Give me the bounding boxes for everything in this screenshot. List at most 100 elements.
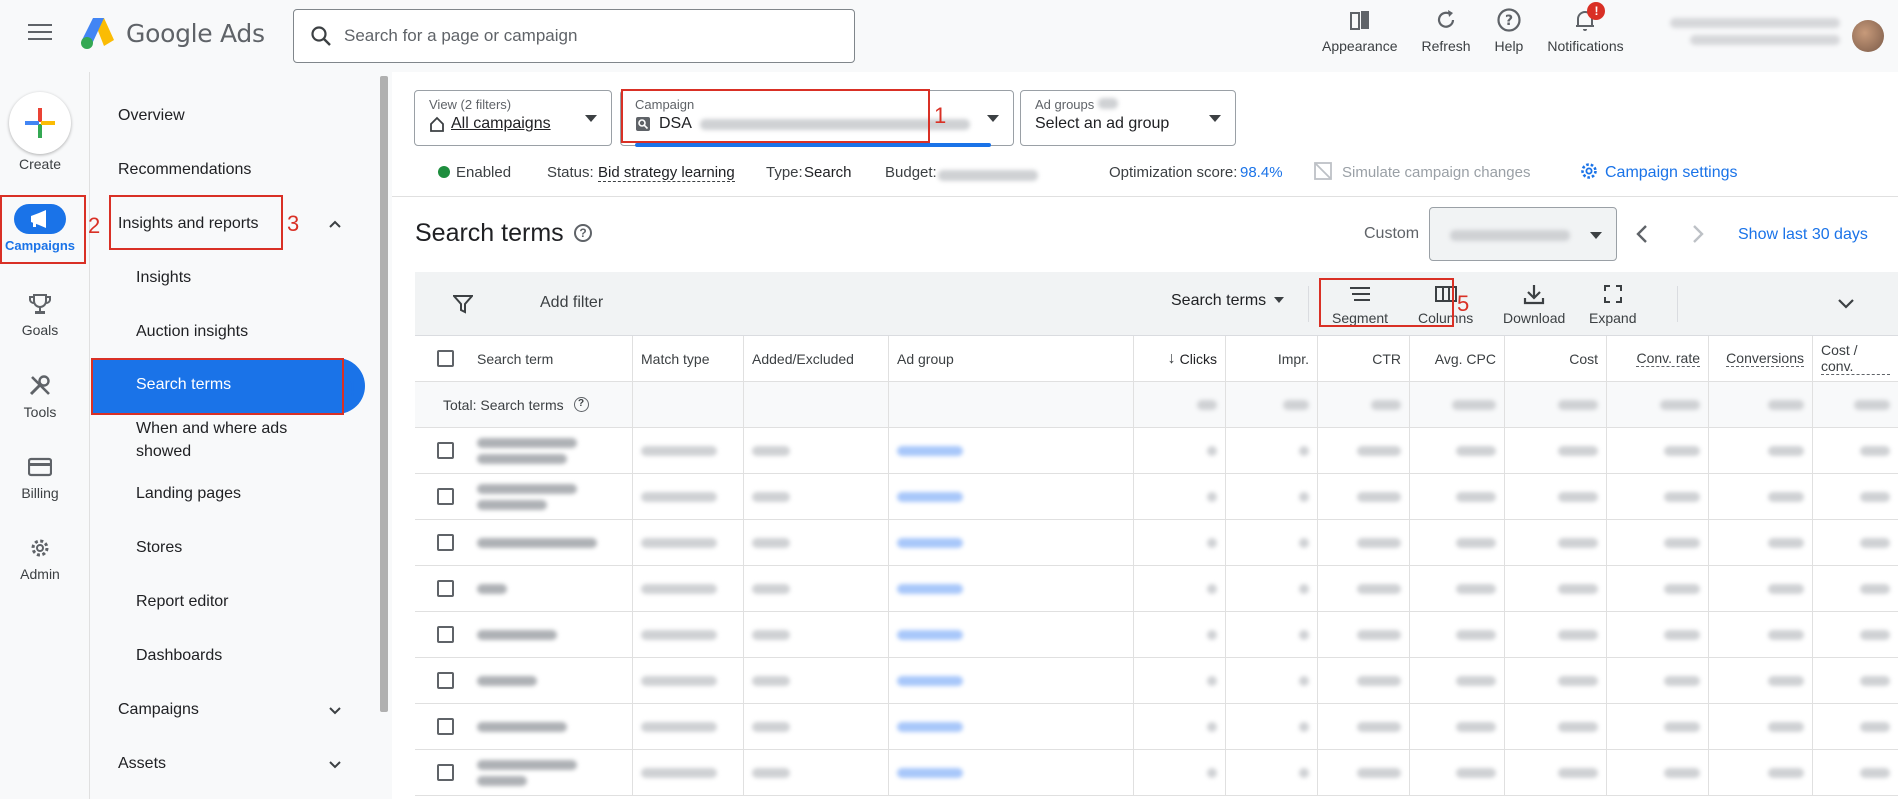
svg-text:?: ?: [1505, 13, 1513, 29]
rail-item-tools[interactable]: Tools: [0, 372, 80, 420]
nav-item-recommendations[interactable]: Recommendations: [118, 161, 251, 179]
optimization-value[interactable]: 98.4%: [1240, 164, 1283, 181]
create-button[interactable]: [9, 92, 71, 154]
filter-icon[interactable]: [453, 294, 473, 314]
account-info[interactable]: [1670, 18, 1850, 54]
ad-group-cell[interactable]: [889, 704, 1134, 749]
budget-value[interactable]: [938, 170, 1038, 181]
blurred-value: [1299, 491, 1309, 502]
column-header-ctr[interactable]: CTR: [1318, 336, 1410, 381]
nav-item-dashboards[interactable]: Dashboards: [136, 647, 222, 665]
column-header-conversions[interactable]: Conversions: [1709, 336, 1813, 381]
metric-cell: [1607, 658, 1709, 703]
google-ads-logo[interactable]: Google Ads: [80, 16, 265, 50]
annotation-box-2: [0, 195, 86, 264]
column-header-search-term[interactable]: Search term: [415, 336, 633, 381]
metric-cell: [1410, 566, 1505, 611]
enabled-status[interactable]: Enabled: [438, 164, 511, 181]
table-row: [415, 704, 1898, 750]
ad-group-cell[interactable]: [889, 612, 1134, 657]
match-type-cell: [633, 474, 744, 519]
blurred-value: [1768, 721, 1804, 732]
help-circle-icon[interactable]: ?: [574, 224, 592, 242]
ad-group-cell[interactable]: [889, 428, 1134, 473]
ad-group-cell[interactable]: [889, 658, 1134, 703]
column-header-impr[interactable]: Impr.: [1226, 336, 1318, 381]
column-header-clicks[interactable]: ↓ Clicks: [1134, 336, 1226, 381]
plus-icon: [25, 108, 55, 138]
date-range-type: Custom: [1364, 225, 1420, 242]
chevron-down-icon[interactable]: [329, 759, 341, 771]
simulate-button[interactable]: Simulate campaign changes: [1342, 164, 1530, 181]
nav-item-stores[interactable]: Stores: [136, 539, 182, 557]
nav-item-campaigns[interactable]: Campaigns: [118, 701, 199, 719]
ad-group-cell[interactable]: [889, 566, 1134, 611]
rail-item-admin[interactable]: Admin: [0, 534, 80, 582]
download-button[interactable]: Download: [1503, 282, 1565, 326]
nav-item-report-editor[interactable]: Report editor: [136, 593, 229, 611]
column-header-avg-cpc[interactable]: Avg. CPC: [1410, 336, 1505, 381]
nav-item-when-where-line2[interactable]: showed: [136, 443, 191, 461]
search-terms-dropdown[interactable]: Search terms: [1171, 292, 1285, 310]
appearance-button[interactable]: Appearance: [1310, 6, 1410, 54]
added-excluded-cell: [744, 612, 889, 657]
blurred-value: [1860, 675, 1890, 686]
refresh-button[interactable]: Refresh: [1410, 6, 1483, 54]
date-range-picker[interactable]: [1429, 207, 1617, 261]
trophy-icon: [26, 290, 54, 318]
annotation-box-5: [1319, 278, 1454, 327]
nav-item-landing-pages[interactable]: Landing pages: [136, 485, 241, 503]
expand-button[interactable]: Expand: [1589, 282, 1636, 326]
chevron-down-icon[interactable]: [329, 705, 341, 717]
nav-item-overview[interactable]: Overview: [118, 107, 185, 125]
annotation-box-4: [91, 358, 344, 415]
nav-scrollbar[interactable]: [380, 76, 388, 712]
ad-groups-filter[interactable]: Ad groups Select an ad group: [1020, 90, 1236, 146]
ad-groups-filter-label: Ad groups: [1035, 97, 1095, 112]
show-last-30-days-button[interactable]: Show last 30 days: [1738, 226, 1868, 244]
blurred-value: [1452, 399, 1496, 410]
metric-cell: [1318, 428, 1410, 473]
add-filter-button[interactable]: Add filter: [540, 294, 603, 312]
column-header-added-excluded[interactable]: Added/Excluded: [744, 336, 889, 381]
column-header-ad-group[interactable]: Ad group: [889, 336, 1134, 381]
rail-item-billing[interactable]: Billing: [0, 453, 80, 501]
help-circle-icon[interactable]: ?: [573, 397, 589, 412]
chevron-down-icon[interactable]: [1837, 294, 1855, 312]
column-header-match-type[interactable]: Match type: [633, 336, 744, 381]
nav-item-assets[interactable]: Assets: [118, 755, 166, 773]
metric-cell: [1505, 750, 1607, 795]
column-header-avg-cpc-label: Avg. CPC: [1434, 350, 1496, 367]
chevron-right-icon[interactable]: [1690, 223, 1706, 245]
added-excluded-cell: [744, 566, 889, 611]
rail-item-goals[interactable]: Goals: [0, 290, 80, 338]
chevron-up-icon[interactable]: [329, 218, 341, 230]
help-button[interactable]: ? Help: [1483, 6, 1536, 54]
annotation-number-3: 3: [287, 211, 300, 236]
nav-item-auction-insights[interactable]: Auction insights: [136, 323, 248, 341]
blurred-value: [1768, 583, 1804, 594]
column-header-conv-rate[interactable]: Conv. rate: [1607, 336, 1709, 381]
chevron-left-icon[interactable]: [1634, 223, 1650, 245]
metric-cell: [1318, 612, 1410, 657]
appearance-icon: [1346, 6, 1374, 34]
blurred-value: [1357, 583, 1401, 594]
search-input[interactable]: Search for a page or campaign: [293, 9, 855, 63]
ad-group-cell[interactable]: [889, 520, 1134, 565]
blurred-value: [477, 483, 577, 494]
ad-group-cell[interactable]: [889, 474, 1134, 519]
column-header-cost[interactable]: Cost: [1505, 336, 1607, 381]
view-filter[interactable]: View (2 filters) All campaigns: [414, 90, 612, 146]
avatar[interactable]: [1852, 20, 1884, 52]
nav-item-when-where-line1[interactable]: When and where ads: [136, 420, 287, 438]
column-header-cost-per-conv[interactable]: Cost / conv.: [1813, 336, 1898, 381]
metric-cell: [1226, 612, 1318, 657]
campaign-settings-link[interactable]: Campaign settings: [1605, 164, 1738, 182]
total-value-cell: [1709, 382, 1813, 427]
notifications-button[interactable]: ! Notifications: [1535, 2, 1635, 54]
bell-icon: !: [1571, 2, 1606, 34]
status-value[interactable]: Bid strategy learning: [598, 164, 735, 182]
nav-item-insights[interactable]: Insights: [136, 269, 191, 287]
menu-icon[interactable]: [28, 24, 52, 42]
ad-group-cell[interactable]: [889, 750, 1134, 795]
